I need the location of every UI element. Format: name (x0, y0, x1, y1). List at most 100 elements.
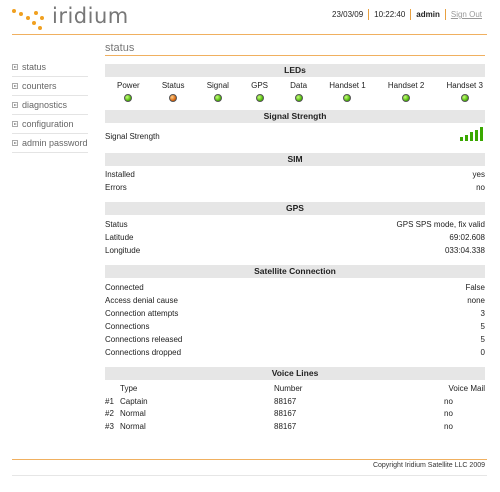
signal-bar (460, 137, 463, 141)
row-label: Connections released (105, 335, 183, 344)
row-value: 0 (480, 348, 485, 357)
sidebar-item-label: configuration (22, 119, 74, 129)
row-label: Connections dropped (105, 348, 182, 357)
gps-row-longitude: Longitude 033:04.338 (105, 244, 485, 257)
date-display: 23/03/09 (332, 10, 364, 19)
sidebar-item-label: status (22, 62, 47, 72)
satellite-row-access-denial: Access denial cause none (105, 294, 485, 307)
row-value: 5 (480, 335, 485, 344)
row-label: Connection attempts (105, 309, 179, 318)
line-type: Normal (120, 421, 146, 431)
username: admin (410, 9, 445, 20)
line-phone-number: 88167 (274, 421, 297, 431)
column-header: Voice Mail (448, 384, 485, 393)
signal-bar (465, 134, 468, 141)
logo-dots-icon (12, 7, 48, 31)
column-header (105, 383, 120, 396)
column-header: Number (274, 384, 303, 393)
sidebar-item-counters[interactable]: counters (12, 77, 88, 96)
table-row: #2 Normal 88167 no (105, 408, 485, 421)
signal-bar (470, 132, 473, 141)
signal-strength-icon (458, 127, 483, 141)
iridium-logo[interactable]: iridium (12, 4, 142, 34)
row-value: 69:02.608 (449, 233, 485, 242)
satellite-row-connections: Connections 5 (105, 320, 485, 333)
led-label: Handset 2 (387, 81, 425, 90)
sign-out-link[interactable]: Sign Out (444, 9, 487, 20)
led-power: Power (117, 81, 140, 102)
voice-section-header: Voice Lines (105, 367, 485, 380)
row-value: none (467, 296, 485, 305)
copyright-text: Copyright Iridium Satellite LLC 2009 (372, 462, 485, 469)
led-indicator-icon (169, 94, 178, 102)
gps-section-header: GPS (105, 202, 485, 215)
line-voicemail: no (444, 396, 453, 406)
expand-arrow-icon (12, 140, 18, 146)
sim-rows: Installed yes Errors no (105, 166, 485, 194)
led-indicator-icon (213, 94, 222, 102)
led-label: GPS (251, 81, 268, 90)
header-divider (12, 34, 487, 35)
sidebar-item-label: diagnostics (22, 100, 68, 110)
row-label: Connected (105, 283, 144, 292)
led-indicator-icon (255, 94, 264, 102)
led-indicator-icon (343, 94, 352, 102)
header: iridium 23/03/09 10:22:40 admin Sign Out (0, 0, 500, 38)
table-row: #1 Captain 88167 no (105, 396, 485, 409)
expand-arrow-icon (12, 83, 18, 89)
sidebar-item-diagnostics[interactable]: diagnostics (12, 96, 88, 115)
led-label: Power (117, 81, 140, 90)
sidebar-item-configuration[interactable]: configuration (12, 115, 88, 134)
expand-arrow-icon (12, 64, 18, 70)
line-type: Normal (120, 409, 146, 418)
row-value: 5 (480, 322, 485, 331)
gps-row-status: Status GPS SPS mode, fix valid (105, 218, 485, 231)
signal-bar (480, 127, 483, 141)
gps-rows: Status GPS SPS mode, fix valid Latitude … (105, 215, 485, 257)
row-label: Installed (105, 170, 135, 179)
line-voicemail: no (444, 421, 453, 431)
row-value: yes (472, 170, 485, 179)
table-row: #3 Normal 88167 no (105, 421, 485, 434)
row-label: Longitude (105, 246, 141, 255)
sidebar-item-label: counters (22, 81, 57, 91)
satellite-rows: Connected False Access denial cause none… (105, 278, 485, 359)
led-label: Handset 1 (329, 81, 366, 90)
signal-section-header: Signal Strength (105, 110, 485, 123)
row-value: 033:04.338 (444, 246, 485, 255)
led-label: Status (161, 81, 185, 90)
row-label: Status (105, 220, 128, 229)
led-label: Handset 3 (446, 81, 483, 90)
line-voicemail: no (444, 409, 453, 418)
sidebar-item-admin-password[interactable]: admin password (12, 134, 88, 153)
time-display: 10:22:40 (368, 9, 410, 20)
bottom-divider (12, 475, 487, 476)
main-content: status LEDs Power Status Signal GPS Data… (105, 40, 485, 433)
led-indicator-icon (124, 94, 133, 102)
top-status-bar: 23/03/09 10:22:40 admin Sign Out (327, 9, 487, 20)
expand-arrow-icon (12, 121, 18, 127)
line-phone-number: 88167 (274, 396, 297, 406)
led-handset-3: Handset 3 (446, 81, 483, 102)
voice-lines-table: Type Number Voice Mail #1 Captain 88167 … (105, 383, 485, 433)
row-value: GPS SPS mode, fix valid (396, 220, 485, 229)
leds-section-header: LEDs (105, 64, 485, 77)
signal-row: Signal Strength (105, 123, 485, 145)
led-label: Data (290, 81, 308, 90)
satellite-row-released: Connections released 5 (105, 333, 485, 346)
brand-name: iridium (52, 4, 129, 28)
line-number: #3 (105, 421, 114, 431)
sim-row-installed: Installed yes (105, 168, 485, 181)
column-header: Type (120, 384, 138, 393)
row-label: Latitude (105, 233, 134, 242)
led-gps: GPS (251, 81, 268, 102)
sidebar-item-label: admin password (22, 138, 88, 148)
led-handset-2: Handset 2 (388, 81, 424, 102)
sidebar-item-status[interactable]: status (12, 58, 88, 77)
satellite-row-attempts: Connection attempts 3 (105, 307, 485, 320)
led-panel: Power Status Signal GPS Data Handset 1 H… (105, 77, 485, 102)
led-indicator-icon (460, 94, 469, 102)
signal-label: Signal Strength (105, 132, 160, 141)
row-value: no (476, 183, 485, 192)
led-status: Status (162, 81, 185, 102)
